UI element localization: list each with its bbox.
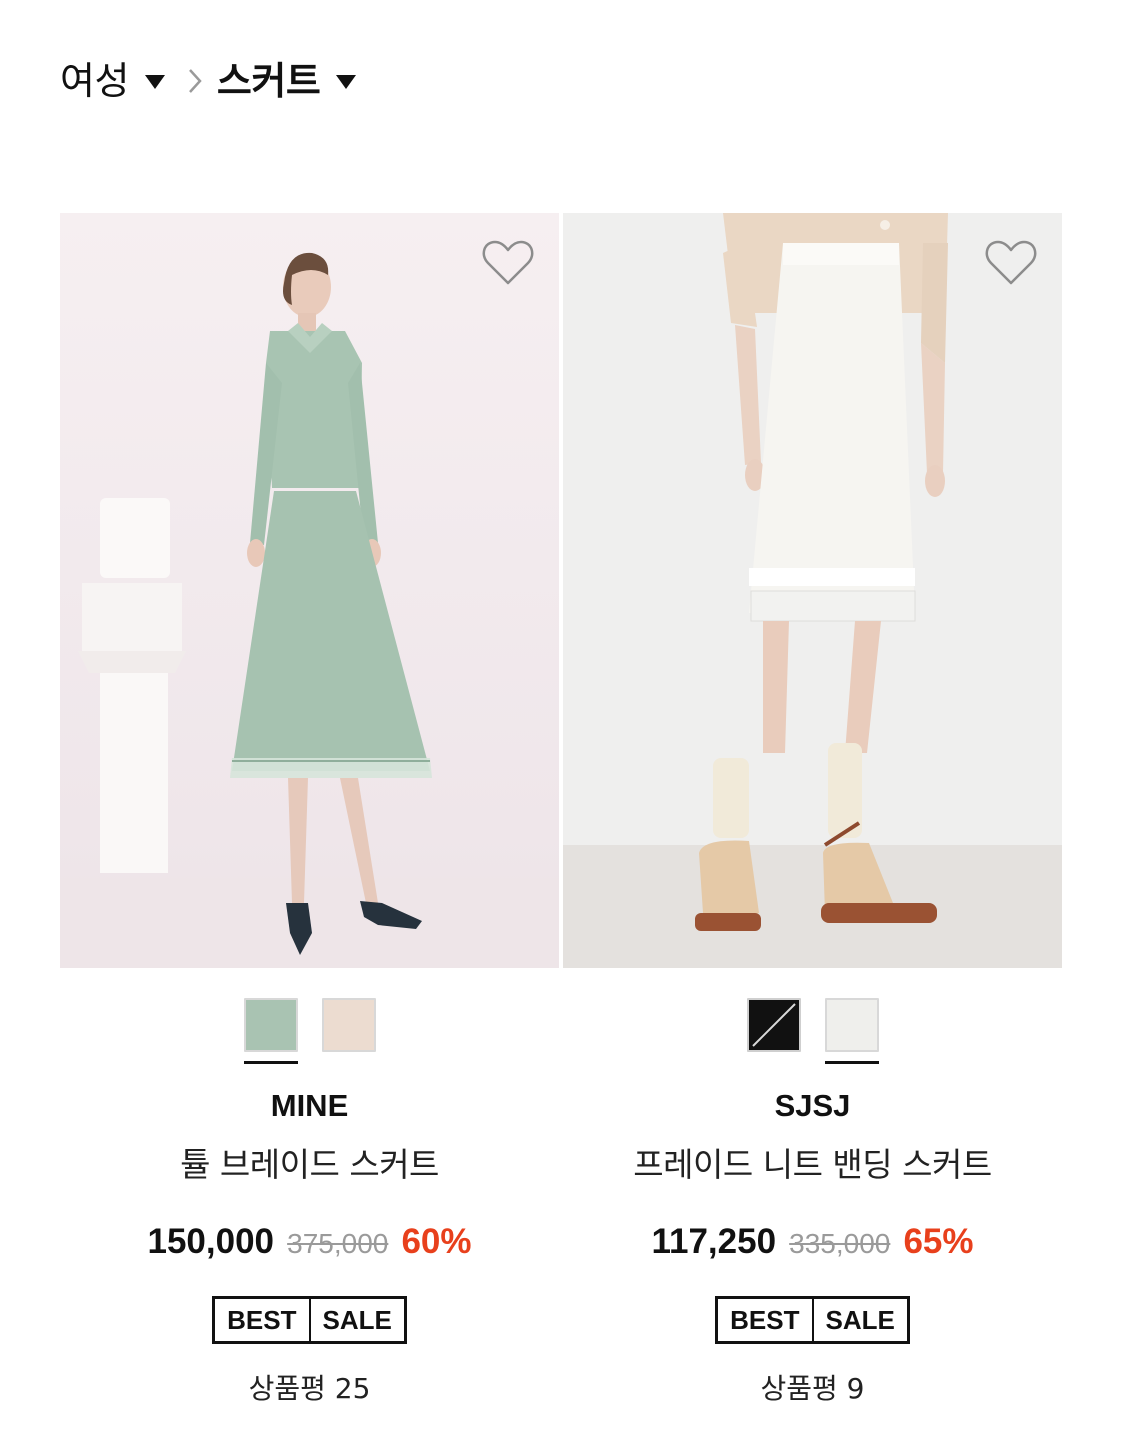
- badges: BEST SALE: [60, 1296, 559, 1344]
- review-count[interactable]: 상품평 9: [563, 1370, 1062, 1408]
- badge-group: BEST SALE: [212, 1296, 407, 1344]
- color-swatch-white[interactable]: [824, 998, 879, 1064]
- product-brand[interactable]: SJSJ: [563, 1086, 1062, 1126]
- heart-icon[interactable]: [984, 237, 1038, 287]
- chevron-right-icon: [187, 66, 203, 96]
- product-photo-white-skirt: [563, 213, 1062, 968]
- product-photo-mint-skirt: [60, 213, 559, 968]
- heart-icon[interactable]: [481, 237, 535, 287]
- badge-best: BEST: [227, 1305, 297, 1335]
- swatch-chip: [243, 998, 298, 1052]
- color-swatch-mint[interactable]: [243, 998, 298, 1064]
- sold-out-slash: [751, 1003, 796, 1047]
- swatch-chip: [746, 998, 801, 1052]
- badge-group: BEST SALE: [715, 1296, 910, 1344]
- breadcrumb-category-women[interactable]: 여성: [60, 52, 165, 110]
- product-card: SJSJ 프레이드 니트 밴딩 스커트 117,250 335,000 65% …: [563, 213, 1062, 1408]
- product-grid: MINE 튤 브레이드 스커트 150,000 375,000 60% BEST…: [60, 213, 1062, 1408]
- sale-price: 150,000: [147, 1222, 275, 1261]
- breadcrumb: 여성 스커트: [60, 52, 357, 110]
- color-swatches: [563, 998, 1062, 1064]
- badge-sale: SALE: [811, 1299, 907, 1341]
- price-row: 150,000 375,000 60%: [60, 1220, 559, 1270]
- sale-price: 117,250: [651, 1222, 777, 1261]
- badges: BEST SALE: [563, 1296, 1062, 1344]
- original-price: 335,000: [789, 1228, 891, 1259]
- breadcrumb-parent-label: 여성: [60, 59, 129, 103]
- breadcrumb-category-skirt[interactable]: 스커트: [216, 52, 357, 110]
- badge-sale: SALE: [308, 1299, 404, 1341]
- color-swatch-black[interactable]: [746, 998, 801, 1064]
- product-name[interactable]: 튤 브레이드 스커트: [60, 1144, 559, 1186]
- selected-indicator: [243, 1061, 298, 1064]
- product-name[interactable]: 프레이드 니트 밴딩 스커트: [563, 1144, 1062, 1186]
- color-swatches: [60, 998, 559, 1064]
- badge-best: BEST: [730, 1305, 800, 1335]
- breadcrumb-current-label: 스커트: [216, 59, 321, 103]
- caret-down-icon: [336, 75, 357, 89]
- product-card: MINE 튤 브레이드 스커트 150,000 375,000 60% BEST…: [60, 213, 559, 1408]
- product-image[interactable]: [563, 213, 1062, 968]
- caret-down-icon: [144, 75, 165, 89]
- swatch-chip: [321, 998, 376, 1052]
- selected-indicator: [824, 1061, 879, 1064]
- color-swatch-beige[interactable]: [321, 998, 376, 1064]
- swatch-chip: [824, 998, 879, 1052]
- original-price: 375,000: [287, 1228, 389, 1259]
- price-row: 117,250 335,000 65%: [563, 1220, 1062, 1270]
- product-image[interactable]: [60, 213, 559, 968]
- review-count[interactable]: 상품평 25: [60, 1370, 559, 1408]
- product-brand[interactable]: MINE: [60, 1086, 559, 1126]
- discount-rate: 65%: [903, 1222, 974, 1261]
- discount-rate: 60%: [401, 1222, 472, 1261]
